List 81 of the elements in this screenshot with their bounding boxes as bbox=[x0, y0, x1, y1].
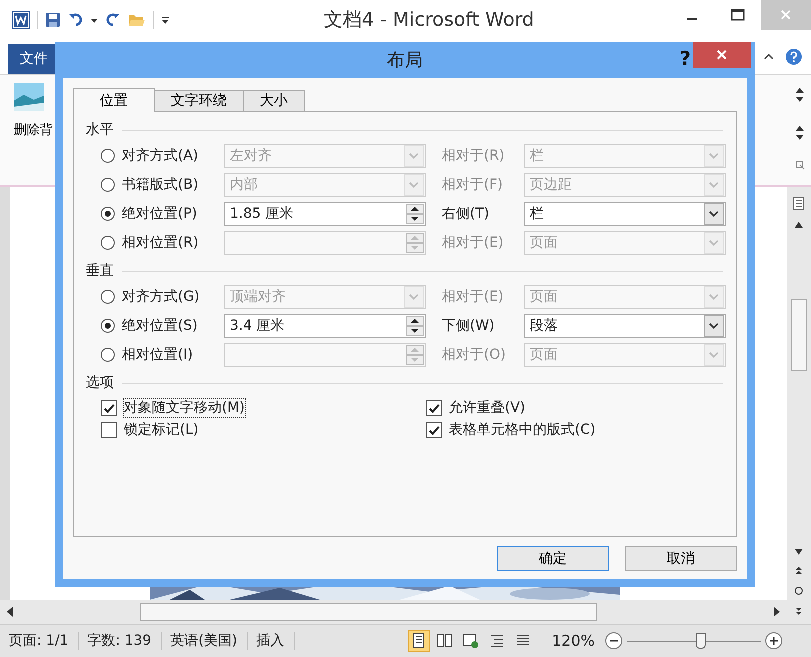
next-page-icon[interactable] bbox=[795, 606, 803, 616]
checkbox-label: 对象随文字移动(M) bbox=[124, 399, 246, 417]
scroll-right-icon[interactable] bbox=[773, 606, 781, 618]
collapse-ribbon-icon[interactable] bbox=[763, 52, 775, 62]
word-logo-icon[interactable] bbox=[12, 11, 30, 29]
vertical-scrollbar-thumb[interactable] bbox=[791, 299, 807, 371]
print-layout-icon[interactable] bbox=[408, 630, 430, 652]
dialog-launcher-icon[interactable] bbox=[796, 161, 805, 170]
radio-button[interactable] bbox=[101, 149, 115, 163]
tab[interactable]: 文字环绕 bbox=[154, 90, 244, 111]
option-label: 书籍版式(B) bbox=[122, 176, 199, 194]
option-label: 对齐方式(G) bbox=[122, 288, 200, 306]
option-label: 绝对位置(P) bbox=[122, 205, 198, 223]
checkbox-label: 允许重叠(V) bbox=[449, 399, 526, 417]
scroll-up-icon[interactable] bbox=[794, 221, 804, 229]
minimize-icon bbox=[687, 18, 697, 20]
browse-object-icon[interactable] bbox=[794, 586, 804, 596]
option-label: 相对位置(I) bbox=[122, 346, 194, 364]
spin-arrows-icon bbox=[406, 345, 424, 365]
checkbox[interactable] bbox=[426, 422, 442, 438]
section-title: 垂直 bbox=[86, 262, 114, 280]
scroll-down-icon[interactable] bbox=[794, 548, 804, 556]
save-icon[interactable] bbox=[45, 12, 61, 28]
close-button[interactable] bbox=[693, 42, 751, 68]
status-item[interactable]: 英语(美国) bbox=[162, 632, 248, 650]
status-item[interactable]: 插入 bbox=[248, 632, 295, 650]
spin-field[interactable]: 3.4 厘米 bbox=[224, 314, 426, 338]
spin-arrows-icon bbox=[406, 204, 424, 224]
dialog-button[interactable]: 确定 bbox=[497, 546, 609, 571]
checkbox-label: 表格单元格中的版式(C) bbox=[449, 421, 596, 439]
help-button[interactable]: ? bbox=[680, 48, 691, 70]
field-label: 相对于(E) bbox=[441, 234, 505, 252]
field-label: 下侧(W) bbox=[441, 317, 496, 335]
maximize-icon bbox=[731, 9, 745, 21]
zoom-slider-thumb[interactable] bbox=[696, 633, 706, 649]
zoom-out-icon[interactable] bbox=[605, 632, 623, 650]
spin-arrows-icon bbox=[406, 316, 424, 336]
remove-background-button[interactable]: 删除背 bbox=[0, 75, 53, 185]
field-label: 相对于(R) bbox=[441, 147, 506, 165]
previous-page-icon[interactable] bbox=[795, 566, 803, 576]
spin-arrows-icon bbox=[406, 233, 424, 253]
radio-button[interactable] bbox=[101, 319, 115, 333]
option-label: 绝对位置(S) bbox=[122, 317, 198, 335]
dialog-title: 布局 bbox=[387, 49, 423, 72]
option-label: 对齐方式(A) bbox=[122, 147, 199, 165]
checkbox[interactable] bbox=[426, 400, 442, 416]
undo-icon[interactable] bbox=[68, 12, 84, 28]
scroll-left-icon[interactable] bbox=[6, 606, 14, 618]
section-title: 水平 bbox=[86, 121, 114, 139]
field-label: 相对于(O) bbox=[441, 346, 507, 364]
checkbox[interactable] bbox=[101, 400, 117, 416]
radio-button[interactable] bbox=[101, 348, 115, 362]
close-icon bbox=[716, 49, 728, 61]
dropdown[interactable]: 段落 bbox=[524, 314, 726, 338]
checkbox-label: 锁定标记(L) bbox=[124, 421, 199, 439]
checkbox[interactable] bbox=[101, 422, 117, 438]
dropdown[interactable]: 栏 bbox=[524, 202, 726, 226]
section-title: 选项 bbox=[86, 374, 114, 392]
spin-field[interactable]: 1.85 厘米 bbox=[224, 202, 426, 226]
dialog-button[interactable]: 取消 bbox=[625, 546, 737, 571]
radio-button[interactable] bbox=[101, 207, 115, 221]
tab[interactable]: 位置 bbox=[73, 88, 155, 112]
tab[interactable]: 大小 bbox=[243, 90, 305, 111]
close-icon bbox=[780, 9, 792, 21]
radio-button[interactable] bbox=[101, 178, 115, 192]
zoom-in-icon[interactable] bbox=[765, 632, 783, 650]
help-icon[interactable] bbox=[785, 48, 803, 66]
field-label: 相对于(F) bbox=[441, 176, 504, 194]
image-icon bbox=[14, 83, 44, 111]
ruler-toggle-icon[interactable] bbox=[793, 197, 805, 211]
field-label: 相对于(E) bbox=[441, 288, 505, 306]
redo-icon[interactable] bbox=[105, 12, 121, 28]
field-label: 右侧(T) bbox=[441, 205, 490, 223]
option-label: 相对位置(R) bbox=[122, 234, 199, 252]
zoom-level[interactable]: 120% bbox=[538, 632, 601, 650]
horizontal-scrollbar-thumb[interactable] bbox=[140, 603, 597, 621]
radio-button[interactable] bbox=[101, 290, 115, 304]
status-item[interactable]: 字数: 139 bbox=[78, 632, 162, 650]
status-item[interactable]: 页面: 1/1 bbox=[0, 632, 79, 650]
window-title: 文档4 - Microsoft Word bbox=[323, 8, 536, 33]
radio-button[interactable] bbox=[101, 236, 115, 250]
